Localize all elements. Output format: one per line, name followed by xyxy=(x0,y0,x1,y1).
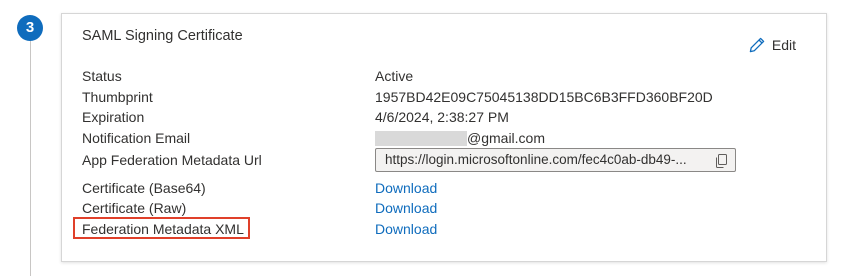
metadata-url-label: App Federation Metadata Url xyxy=(82,152,262,168)
cert-base64-label: Certificate (Base64) xyxy=(82,180,206,196)
saml-signing-certificate-card: SAML Signing Certificate Edit Status Act… xyxy=(61,13,827,262)
saml-certificate-step: 3 SAML Signing Certificate Edit Status A… xyxy=(0,0,850,276)
metadata-url-text: https://login.microsoftonline.com/fec4c0… xyxy=(385,152,687,167)
thumbprint-row: Thumbprint 1957BD42E09C75045138DD15BC6B3… xyxy=(82,87,812,107)
notification-email-row: Notification Email @gmail.com xyxy=(82,128,812,148)
expiration-value: 4/6/2024, 2:38:27 PM xyxy=(375,109,509,125)
metadata-url-row: App Federation Metadata Url https://logi… xyxy=(82,148,812,172)
federation-xml-download-link[interactable]: Download xyxy=(375,219,437,239)
federation-xml-label: Federation Metadata XML xyxy=(82,221,244,237)
edit-button[interactable]: Edit xyxy=(748,36,796,54)
card-title: SAML Signing Certificate xyxy=(82,28,243,44)
cert-raw-label: Certificate (Raw) xyxy=(82,200,187,216)
pencil-icon xyxy=(748,36,766,54)
expiration-row: Expiration 4/6/2024, 2:38:27 PM xyxy=(82,107,812,127)
status-label: Status xyxy=(82,68,122,84)
redacted-email-user xyxy=(375,130,467,146)
thumbprint-value: 1957BD42E09C75045138DD15BC6B3FFD360BF20D xyxy=(375,89,713,105)
cert-base64-row: Certificate (Base64) Download xyxy=(82,178,812,198)
cert-raw-row: Certificate (Raw) Download xyxy=(82,198,812,218)
edit-label: Edit xyxy=(771,37,796,53)
notification-email-label: Notification Email xyxy=(82,130,191,146)
expiration-label: Expiration xyxy=(82,109,145,125)
cert-raw-download-link[interactable]: Download xyxy=(375,198,437,218)
metadata-url-field[interactable]: https://login.microsoftonline.com/fec4c0… xyxy=(375,148,736,172)
copy-icon[interactable] xyxy=(715,153,728,175)
email-domain: @gmail.com xyxy=(467,130,546,146)
federation-xml-row: Federation Metadata XML Download xyxy=(82,219,812,239)
notification-email-value: @gmail.com xyxy=(375,128,545,148)
status-value: Active xyxy=(375,68,414,84)
thumbprint-label: Thumbprint xyxy=(82,89,153,105)
step-number-badge: 3 xyxy=(17,15,43,41)
step-connector-line xyxy=(30,40,31,276)
cert-base64-download-link[interactable]: Download xyxy=(375,178,437,198)
status-row: Status Active xyxy=(82,66,812,86)
